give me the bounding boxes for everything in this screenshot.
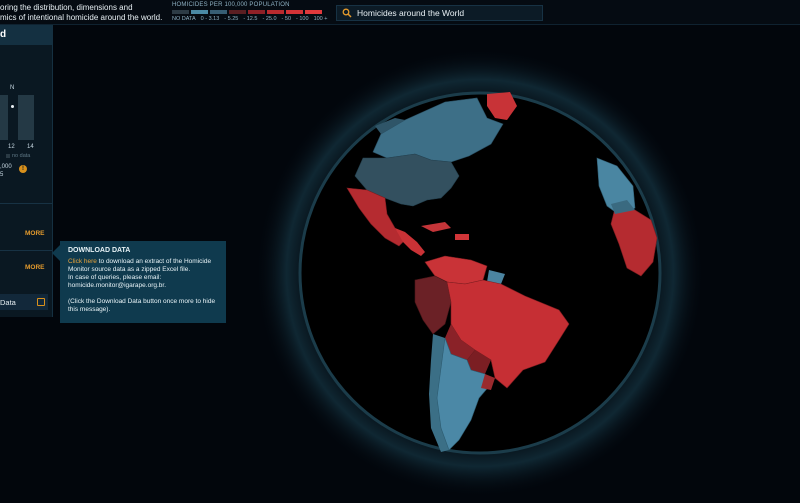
legend-label: 0 - 3.13 bbox=[200, 16, 220, 22]
legend-swatch-7 bbox=[305, 10, 322, 14]
legend-swatch-2 bbox=[210, 10, 227, 14]
legend-title: HOMICIDES PER 100,000 POPULATION bbox=[172, 2, 290, 8]
legend-swatches bbox=[172, 10, 332, 14]
value-marker bbox=[11, 105, 14, 108]
legend-label: - 50 bbox=[281, 16, 292, 22]
info-icon[interactable]: ! bbox=[19, 165, 27, 173]
legend-swatch-4 bbox=[248, 10, 265, 14]
download-data-button[interactable]: Data bbox=[0, 294, 48, 310]
search-box[interactable]: Homicides around the World bbox=[336, 5, 543, 21]
divider bbox=[0, 203, 52, 204]
more-link[interactable]: MORE bbox=[25, 264, 45, 271]
no-data-key: no data bbox=[6, 153, 30, 159]
download-data-tooltip: DOWNLOAD DATA Click here to download an … bbox=[52, 241, 226, 323]
no-data-swatch bbox=[6, 153, 10, 158]
year-bar[interactable] bbox=[18, 95, 34, 140]
tooltip-text: Monitor source data as a zipped Excel fi… bbox=[68, 266, 191, 273]
year-bar[interactable] bbox=[0, 95, 8, 140]
top-bar: oring the distribution, dimensions and m… bbox=[0, 0, 800, 25]
click-here-link[interactable]: Click here bbox=[68, 258, 97, 265]
legend-swatch-6 bbox=[286, 10, 303, 14]
legend-label: NO DATA bbox=[172, 16, 196, 22]
tooltip-text: homicide.monitor@igarape.org.br. bbox=[68, 282, 167, 289]
legend-label: - 25.0 bbox=[262, 16, 277, 22]
download-icon bbox=[37, 298, 45, 306]
tooltip-title: DOWNLOAD DATA bbox=[68, 247, 131, 254]
legend-label: - 12.5 bbox=[243, 16, 258, 22]
legend-label: 100 + bbox=[313, 16, 328, 22]
year-label: 14 bbox=[27, 144, 34, 150]
search-text[interactable]: Homicides around the World bbox=[357, 8, 464, 18]
region-caribbean-2[interactable] bbox=[455, 234, 469, 240]
homicide-rate-legend: HOMICIDES PER 100,000 POPULATION NO DATA… bbox=[172, 2, 332, 22]
legend-swatch-no-data bbox=[172, 10, 189, 14]
tooltip-text: to download an extract of the Homicide bbox=[96, 258, 212, 265]
legend-swatch-1 bbox=[191, 10, 208, 14]
legend-label: - 5.25 bbox=[224, 16, 239, 22]
divider bbox=[0, 250, 52, 251]
value-text: 5 bbox=[0, 172, 4, 178]
more-link[interactable]: MORE bbox=[25, 230, 45, 237]
year-label: 12 bbox=[8, 144, 15, 150]
value-text: ,000 bbox=[0, 164, 12, 170]
tooltip-text: this message). bbox=[68, 306, 111, 313]
left-panel: d N 12 14 no data ,000 5 ! MORE MORE Dat… bbox=[0, 25, 53, 317]
tooltip-text: In case of queries, please email: bbox=[68, 274, 162, 281]
intro-text: oring the distribution, dimensions and m… bbox=[0, 3, 163, 22]
tooltip-text: (Click the Download Data button once mor… bbox=[68, 298, 216, 305]
search-icon bbox=[342, 8, 352, 18]
legend-label: - 100 bbox=[296, 16, 309, 22]
chart-label: N bbox=[10, 85, 15, 91]
no-data-label: no data bbox=[12, 153, 31, 159]
legend-swatch-5 bbox=[267, 10, 284, 14]
legend-swatch-3 bbox=[229, 10, 246, 14]
legend-labels: NO DATA 0 - 3.13 - 5.25 - 12.5 - 25.0 - … bbox=[172, 16, 332, 22]
download-data-label: Data bbox=[0, 297, 16, 307]
panel-title: d bbox=[0, 25, 52, 45]
world-globe[interactable] bbox=[255, 48, 705, 498]
